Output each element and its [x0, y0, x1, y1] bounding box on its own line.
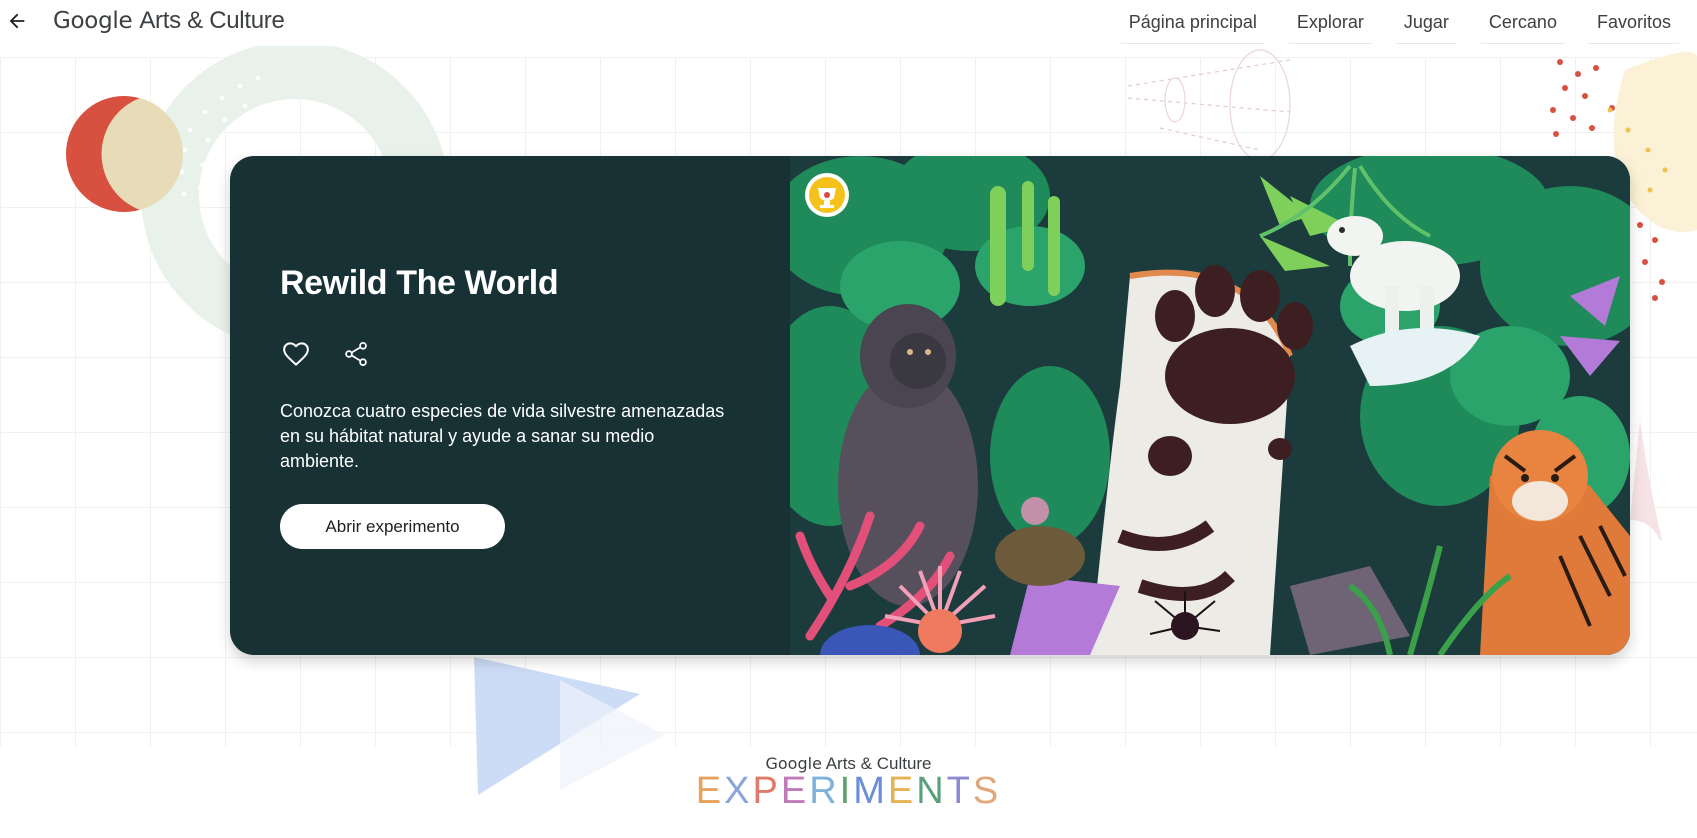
logo-arts-culture-text: Arts & Culture: [139, 7, 285, 34]
experiments-wordmark: EXPERIMENTS: [0, 770, 1697, 813]
trophy-icon: [805, 173, 849, 217]
share-button[interactable]: [340, 338, 372, 370]
logo-google-text: Google: [53, 8, 133, 34]
experiment-card: Rewild The World Conozca cuatro especies…: [230, 156, 1630, 655]
experiment-description: Conozca cuatro especies de vida silvestr…: [280, 401, 725, 471]
experiments-letter: N: [916, 770, 947, 812]
nav-favorites[interactable]: Favoritos: [1588, 2, 1679, 44]
nav-explore[interactable]: Explorar: [1288, 2, 1372, 44]
nav-nearby[interactable]: Cercano: [1480, 2, 1565, 44]
experiments-letter: T: [946, 770, 973, 812]
experiments-letter: P: [752, 770, 781, 812]
experiments-letter: E: [887, 770, 917, 812]
experiments-letter: I: [839, 770, 854, 812]
experiments-letter: X: [724, 770, 753, 812]
card-info-panel: Rewild The World Conozca cuatro especies…: [230, 156, 790, 655]
experiments-letter: M: [853, 770, 888, 812]
nav-play[interactable]: Jugar: [1395, 2, 1457, 44]
card-actions: [280, 338, 372, 370]
top-bar: Google Arts & Culture Página principal E…: [0, 0, 1697, 46]
experiments-letter: E: [780, 770, 810, 812]
favorite-button[interactable]: [280, 338, 312, 370]
experiment-title: Rewild The World: [280, 264, 559, 302]
app-logo[interactable]: Google Arts & Culture: [53, 7, 285, 35]
experiments-letter: R: [809, 770, 840, 812]
nav-home[interactable]: Página principal: [1120, 2, 1265, 44]
main-nav: Página principal Explorar Jugar Cercano …: [1097, 0, 1679, 46]
heart-outline-icon: [283, 342, 309, 366]
back-button[interactable]: [2, 4, 32, 38]
arrow-left-icon: [9, 13, 25, 29]
share-icon: [345, 342, 367, 366]
page: Google Arts & Culture Página principal E…: [0, 0, 1697, 838]
experiments-letter: S: [972, 770, 1002, 812]
open-experiment-button[interactable]: Abrir experimento: [280, 504, 505, 549]
experiments-letter: E: [695, 770, 725, 812]
experiment-illustration[interactable]: [790, 156, 1630, 655]
